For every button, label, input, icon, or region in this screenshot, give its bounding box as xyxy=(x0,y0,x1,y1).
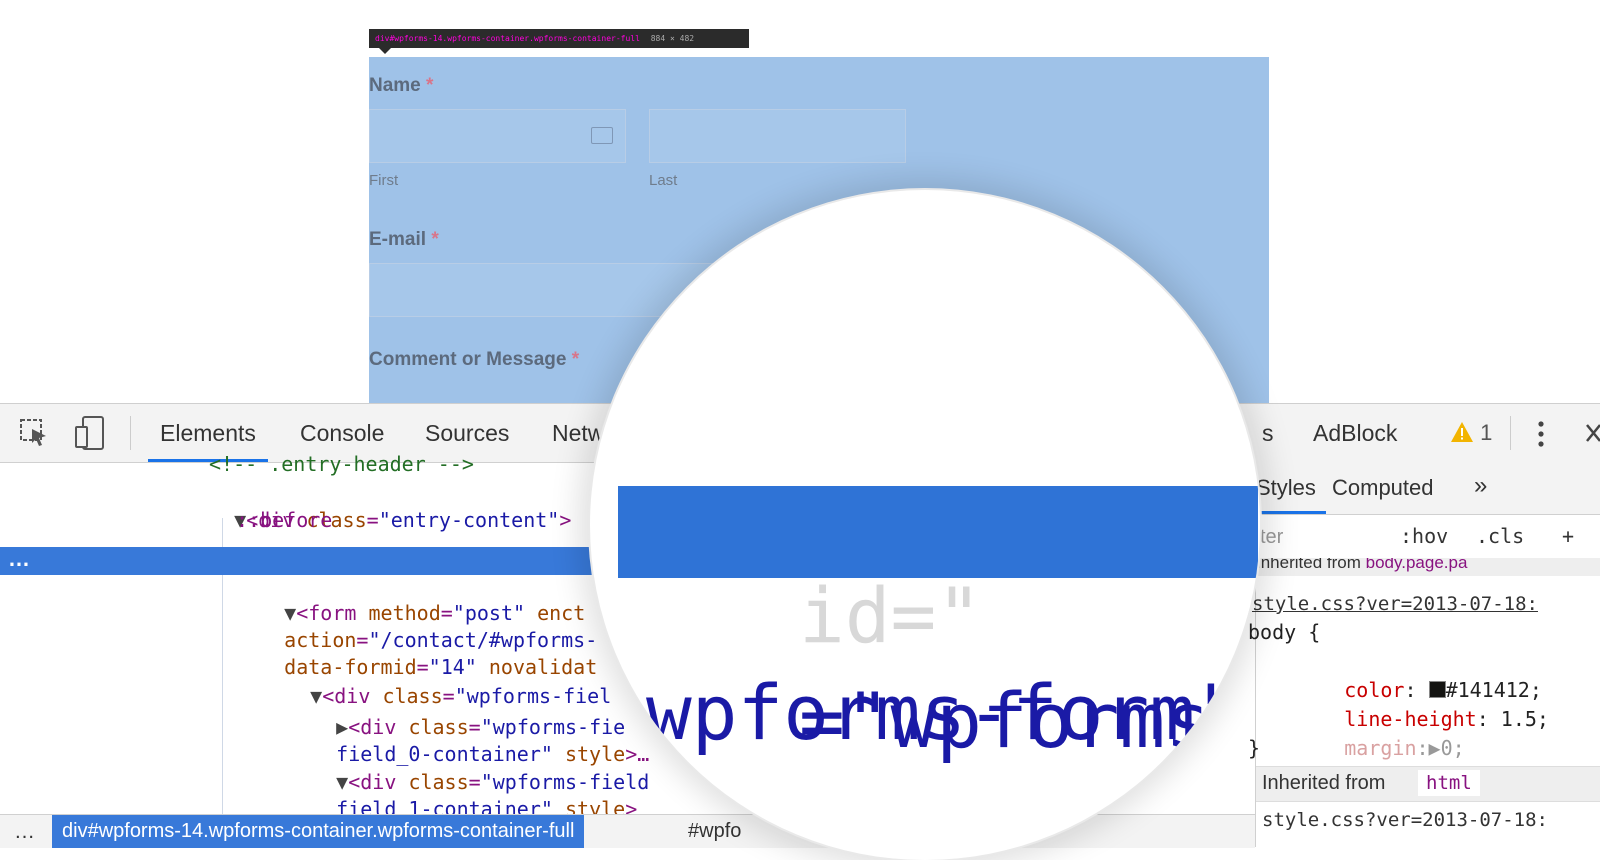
email-label: E-mail * xyxy=(369,229,439,250)
tab-styles[interactable]: Styles xyxy=(1256,462,1326,514)
cls-toggle[interactable]: .cls xyxy=(1476,522,1524,550)
name-label: Name * xyxy=(369,75,434,96)
more-options-icon[interactable] xyxy=(1536,420,1546,448)
first-sublabel: First xyxy=(369,172,399,189)
inherited-html-link[interactable]: html xyxy=(1418,770,1480,796)
first-name-input[interactable] xyxy=(369,109,626,163)
inherited-from-body-bar: Inherited from body.page.pa xyxy=(1256,558,1600,576)
breadcrumb-more[interactable]: … xyxy=(14,815,35,848)
tooltip-size: 884 × 482 xyxy=(650,34,695,43)
tab-overflow-partial[interactable]: s xyxy=(1262,404,1274,462)
stylesheet-link[interactable]: style.css?ver=2013-07-18: xyxy=(1252,590,1538,618)
tooltip-selector: div#wpforms-14.wpforms-container.wpforms… xyxy=(375,34,640,43)
row-more-dots[interactable]: … xyxy=(8,547,30,571)
styles-filter-input[interactable]: ter xyxy=(1260,526,1283,549)
inherited-from-html-bar: Inherited from html xyxy=(1256,766,1600,802)
more-tabs-icon[interactable]: » xyxy=(1474,462,1487,510)
warning-icon xyxy=(1451,422,1473,442)
expand-shorthand-icon[interactable]: ▶ xyxy=(1429,736,1441,760)
tab-computed[interactable]: Computed xyxy=(1332,462,1434,514)
message-label: Comment or Message * xyxy=(369,349,580,370)
last-sublabel: Last xyxy=(649,172,678,189)
stylesheet-link-2[interactable]: style.css?ver=2013-07-18: xyxy=(1262,806,1548,834)
dom-comment-line: <!-- .entry-header --> xyxy=(209,452,474,476)
tab-adblock[interactable]: AdBlock xyxy=(1313,404,1397,462)
new-style-rule-button[interactable]: + xyxy=(1562,522,1574,550)
hov-toggle[interactable]: :hov xyxy=(1400,522,1448,550)
breadcrumb-active-item[interactable]: div#wpforms-14.wpforms-container.wpforms… xyxy=(52,815,585,848)
toolbar-divider xyxy=(130,416,131,450)
close-icon[interactable] xyxy=(1585,422,1600,444)
magnifier-lens: id="wpforms-14 ="wpforms-form wpforms-fo… xyxy=(590,190,1260,860)
last-name-input[interactable] xyxy=(649,109,906,163)
inspect-element-icon[interactable] xyxy=(18,417,50,449)
dom-pseudo-before[interactable]: ::before xyxy=(236,506,332,534)
magnified-form-line: wpforms-form" xyxy=(646,668,1241,757)
toolbar-divider-2 xyxy=(1510,416,1511,450)
tooltip-arrow xyxy=(379,48,391,54)
element-highlight-tooltip: div#wpforms-14.wpforms-container.wpforms… xyxy=(369,29,749,48)
warnings-counter[interactable]: 1 xyxy=(1450,418,1492,448)
device-toolbar-icon[interactable] xyxy=(74,415,108,451)
styles-pane: Styles Computed » ter :hov .cls + Inheri… xyxy=(1248,462,1600,847)
contact-card-icon xyxy=(591,127,613,144)
tab-network[interactable]: Netw xyxy=(552,404,604,462)
